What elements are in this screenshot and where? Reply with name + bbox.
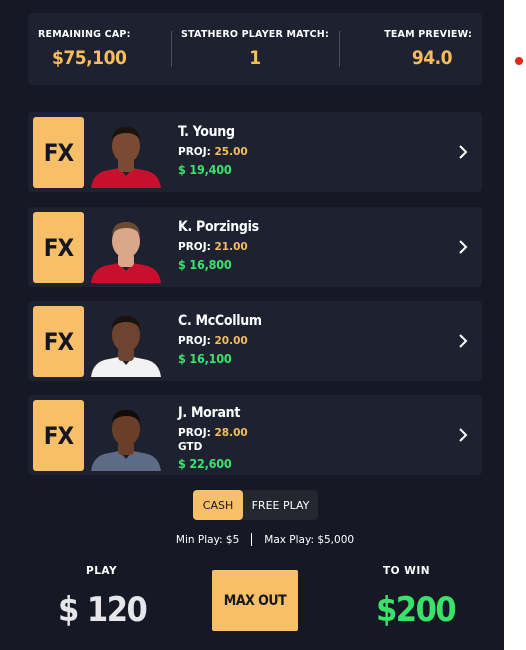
chevron-right-icon[interactable]: [456, 239, 470, 255]
player-salary: $ 22,600: [178, 456, 232, 471]
cash-tab[interactable]: CASH: [193, 490, 243, 520]
player-match-value: 1: [249, 47, 261, 69]
stats-bar: REMAINING CAP: $75,100 STATHERO PLAYER M…: [28, 13, 482, 85]
player-name: T. Young: [178, 124, 235, 140]
to-win-label: TO WIN: [383, 565, 431, 577]
player-headshot-image: [91, 316, 161, 377]
play-label: PLAY: [86, 565, 118, 577]
player-info: K. Porzingis PROJ: 21.00 $ 16,800: [178, 219, 259, 272]
player-info: T. Young PROJ: 25.00 $ 19,400: [178, 124, 248, 177]
player-headshot: [89, 116, 163, 188]
proj-value: 25.00: [214, 146, 248, 158]
player-name: K. Porzingis: [178, 219, 259, 235]
chevron-right-icon[interactable]: [456, 144, 470, 160]
player-headshot-image: [91, 410, 161, 471]
player-match-label: STATHERO PLAYER MATCH:: [181, 29, 329, 40]
player-card[interactable]: FX J. Morant PROJ: 28.00 GTD $ 22,600: [28, 395, 482, 475]
min-play: Min Play: $5: [175, 533, 240, 546]
player-status-badge: GTD: [178, 441, 203, 453]
fx-badge: FX: [33, 212, 84, 283]
player-name: C. McCollum: [178, 313, 262, 329]
play-amount[interactable]: $ 120: [58, 590, 148, 630]
player-card[interactable]: FX T. Young PROJ: 25.00 $ 19,400: [28, 112, 482, 192]
player-projection: PROJ: 21.00: [178, 241, 259, 253]
fx-badge: FX: [33, 400, 84, 471]
remaining-cap-value: $75,100: [52, 47, 127, 69]
proj-label: PROJ:: [178, 146, 211, 158]
free-play-tab[interactable]: FREE PLAY: [243, 490, 318, 520]
player-headshot: [89, 211, 163, 283]
remaining-cap-stat: REMAINING CAP: $75,100: [28, 13, 171, 85]
fx-badge: FX: [33, 306, 84, 377]
proj-label: PROJ:: [178, 335, 211, 347]
fx-badge: FX: [33, 117, 84, 188]
player-card[interactable]: FX K. Porzingis PROJ: 21.00 $ 16,800: [28, 207, 482, 287]
player-headshot: [89, 399, 163, 471]
player-card[interactable]: FX C. McCollum PROJ: 20.00 $ 16,100: [28, 301, 482, 381]
max-out-button[interactable]: MAX OUT: [212, 570, 298, 631]
proj-label: PROJ:: [178, 427, 211, 439]
player-headshot: [89, 305, 163, 377]
team-preview-stat: TEAM PREVIEW: 94.0: [339, 13, 482, 85]
chevron-right-icon[interactable]: [456, 333, 470, 349]
player-headshot-image: [91, 127, 161, 188]
player-headshot-image: [91, 222, 161, 283]
player-projection: PROJ: 28.00: [178, 427, 248, 439]
team-preview-label: TEAM PREVIEW:: [384, 29, 472, 40]
player-salary: $ 16,100: [178, 351, 232, 366]
player-projection: PROJ: 25.00: [178, 146, 248, 158]
proj-value: 28.00: [214, 427, 248, 439]
proj-label: PROJ:: [178, 241, 211, 253]
chevron-right-icon[interactable]: [456, 427, 470, 443]
max-play: Max Play: $5,000: [264, 533, 355, 546]
to-win-amount: $200: [376, 590, 457, 630]
app-panel: REMAINING CAP: $75,100 STATHERO PLAYER M…: [0, 0, 504, 650]
player-salary: $ 16,800: [178, 257, 232, 272]
player-salary: $ 19,400: [178, 162, 232, 177]
player-info: C. McCollum PROJ: 20.00 $ 16,100: [178, 313, 262, 366]
player-match-stat: STATHERO PLAYER MATCH: 1: [171, 13, 339, 85]
proj-value: 20.00: [214, 335, 248, 347]
red-dot-icon: [515, 57, 523, 65]
team-preview-value: 94.0: [411, 47, 453, 69]
player-projection: PROJ: 20.00: [178, 335, 262, 347]
proj-value: 21.00: [214, 241, 248, 253]
play-limits: Min Play: $5 Max Play: $5,000: [0, 533, 504, 546]
player-info: J. Morant PROJ: 28.00 GTD $ 22,600: [178, 405, 248, 471]
player-name: J. Morant: [178, 405, 241, 421]
limits-divider: [251, 533, 253, 546]
play-mode-toggle: CASH FREE PLAY: [193, 490, 318, 520]
remaining-cap-label: REMAINING CAP:: [38, 29, 131, 40]
